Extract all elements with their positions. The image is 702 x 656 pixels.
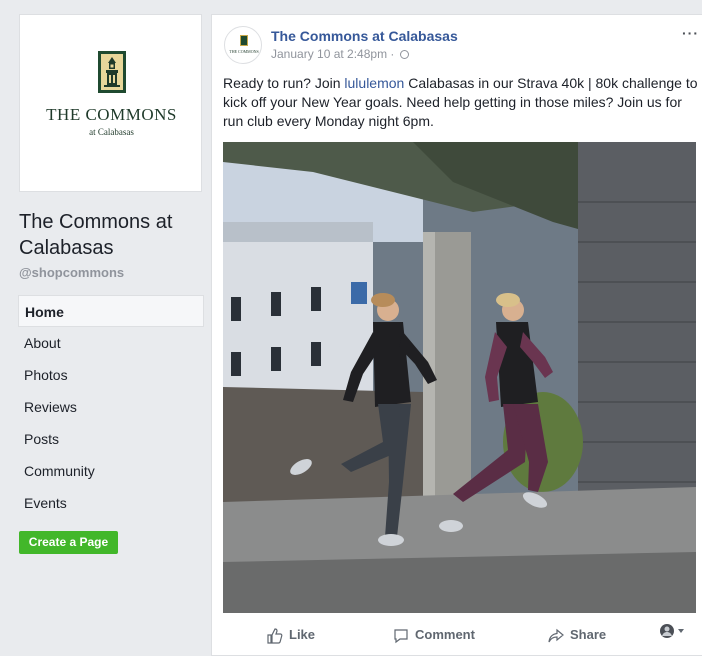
clock-tower-icon [240,35,248,46]
post-text-start: Ready to run? Join [223,75,345,91]
post-text: Ready to run? Join lululemon Calabasas i… [223,74,699,131]
nav-item-photos[interactable]: Photos [18,359,204,391]
viewer-selector[interactable] [659,623,689,647]
like-button[interactable]: Like [267,623,315,647]
comment-icon [394,628,408,643]
meta-separator: · [390,47,395,61]
post-card: THE COMMONS The Commons at Calabasas Jan… [211,14,702,656]
clock-tower-icon [97,51,126,93]
like-icon [267,627,283,644]
more-options-icon[interactable]: ··· [682,25,699,41]
post-photo[interactable] [223,142,696,613]
nav-item-about[interactable]: About [18,327,204,359]
post-avatar[interactable]: THE COMMONS [224,26,262,64]
page-nav: Home About Photos Reviews Posts Communit… [18,295,204,519]
viewer-avatar-icon [660,624,684,638]
post-timestamp[interactable]: January 10 at 2:48pm [271,47,387,61]
commons-logo: THE COMMONS at Calabasas [20,51,203,137]
globe-icon[interactable] [399,50,409,59]
comment-label: Comment [415,627,475,642]
page-sidebar: THE COMMONS at Calabasas The Commons at … [12,0,210,656]
post-actions: Like Comment Share [212,619,702,653]
profile-picture[interactable]: THE COMMONS at Calabasas [19,14,202,192]
page-title[interactable]: The Commons at Calabasas [19,209,209,261]
lululemon-link[interactable]: lululemon [344,75,404,91]
avatar-wordmark: THE COMMONS [229,49,259,54]
like-label: Like [289,627,316,642]
nav-item-events[interactable]: Events [18,487,204,519]
create-page-button[interactable]: Create a Page [19,531,118,554]
nav-item-home[interactable]: Home [18,295,204,327]
logo-subtitle: at Calabasas [89,127,134,137]
share-icon [548,628,564,642]
runners-photo [223,142,696,613]
share-button[interactable]: Share [548,623,606,647]
page-handle[interactable]: @shopcommons [19,265,124,280]
nav-item-community[interactable]: Community [18,455,204,487]
comment-button[interactable]: Comment [393,623,475,647]
nav-item-posts[interactable]: Posts [18,423,204,455]
post-meta: January 10 at 2:48pm · [271,47,409,61]
nav-item-reviews[interactable]: Reviews [18,391,204,423]
post-author[interactable]: The Commons at Calabasas [271,28,458,44]
logo-wordmark: THE COMMONS [46,105,177,124]
share-label: Share [570,627,607,642]
